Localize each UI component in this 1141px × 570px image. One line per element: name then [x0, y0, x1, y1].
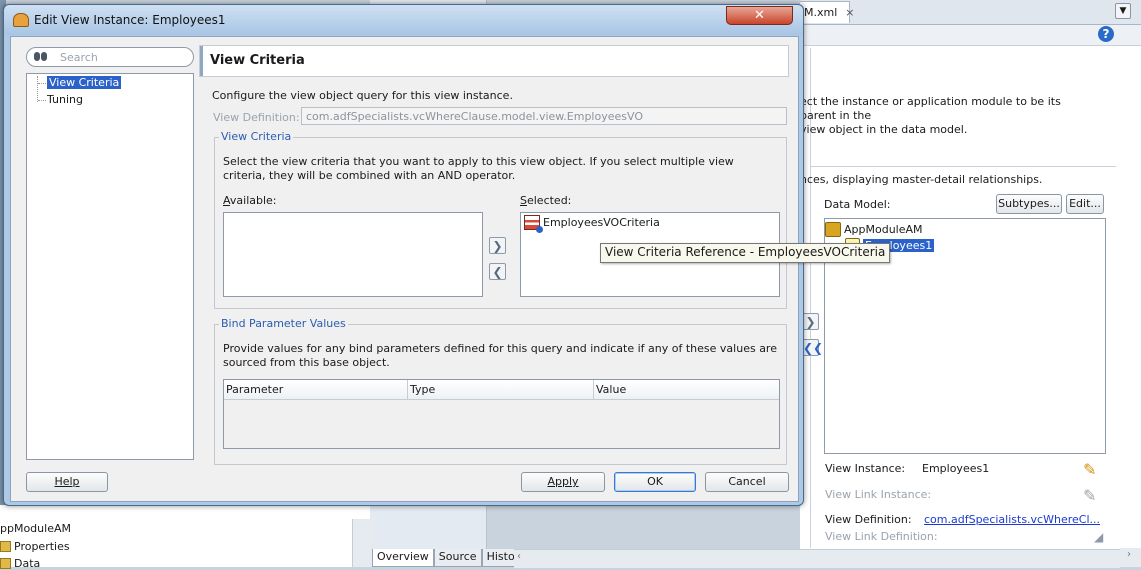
- scroll-right-icon[interactable]: ›: [1127, 549, 1131, 560]
- subtypes-button[interactable]: Subtypes...: [996, 194, 1062, 214]
- data-model-edit-button[interactable]: Edit...: [1066, 194, 1104, 214]
- view-criteria-description: Select the view criteria that you want t…: [223, 155, 734, 182]
- tree-connector-line: [37, 76, 38, 102]
- structure-item-label: Data: [14, 557, 41, 570]
- shuttle-right-icon[interactable]: ❯: [802, 313, 819, 330]
- chevron-down-icon[interactable]: ▼: [1115, 3, 1131, 19]
- help-icon[interactable]: ?: [1098, 26, 1114, 42]
- tab-source[interactable]: Source: [433, 549, 482, 567]
- ok-button[interactable]: OK: [614, 472, 696, 492]
- column-header-type[interactable]: Type: [408, 380, 594, 399]
- list-item-label: EmployeesVOCriteria: [543, 216, 660, 229]
- structure-item-label: Properties: [14, 540, 70, 553]
- move-right-icon[interactable]: ❯: [489, 237, 506, 254]
- column-header-value[interactable]: Value: [594, 380, 779, 399]
- view-definition-label: View Definition:: [825, 513, 912, 526]
- nav-item-tuning[interactable]: Tuning: [47, 93, 83, 106]
- available-label-rest: vailable:: [229, 194, 277, 207]
- structure-item[interactable]: Properties: [0, 540, 70, 553]
- move-left-icon[interactable]: ❮: [489, 263, 506, 280]
- editor-bottom-tabs: Overview Source History: [372, 549, 531, 567]
- editor-tab-label: M.xml: [804, 6, 838, 19]
- structure-panel-scrollbar[interactable]: [352, 519, 371, 567]
- selected-label-rest: elected:: [526, 194, 572, 207]
- view-instance-label: View Instance:: [825, 462, 906, 475]
- view-link-definition-label: View Link Definition:: [825, 530, 938, 543]
- dialog-title-bar[interactable]: Edit View Instance: Employees1 ✕: [4, 5, 803, 35]
- binoculars-icon: [34, 52, 48, 62]
- view-definition-link[interactable]: com.adfSpecialists.vcWhereCl...: [924, 513, 1100, 526]
- shuttle-left-all-icon[interactable]: ❮❮: [802, 339, 823, 356]
- structure-panel: [0, 505, 370, 567]
- selected-label: Selected:: [520, 194, 572, 207]
- view-criteria-group: View Criteria Select the view criteria t…: [214, 130, 787, 309]
- search-field[interactable]: [26, 47, 194, 67]
- pane-header: View Criteria: [199, 45, 789, 77]
- ide-instruction-line: ect the instance or application module t…: [800, 95, 1061, 122]
- tab-overview[interactable]: Overview: [372, 549, 434, 567]
- folder-icon: [0, 541, 11, 552]
- bind-parameter-description: Provide values for any bind parameters d…: [223, 342, 777, 369]
- available-list[interactable]: [223, 212, 483, 297]
- edit-pencil-disabled-icon: ✎: [1083, 486, 1097, 505]
- application-module-icon: [825, 222, 841, 237]
- scroll-left-icon[interactable]: ‹: [517, 551, 521, 562]
- dialog-body: View Criteria Tuning View Criteria Confi…: [10, 36, 799, 502]
- ide-instruction-text: ect the instance or application module t…: [800, 95, 1100, 137]
- close-icon[interactable]: ✕: [726, 6, 793, 25]
- bind-parameter-group: Bind Parameter Values Provide values for…: [214, 317, 787, 465]
- help-button[interactable]: Help: [26, 472, 108, 492]
- resize-grip-icon[interactable]: ◢: [1094, 530, 1103, 544]
- nav-item-view-criteria[interactable]: View Criteria: [47, 76, 122, 89]
- view-criteria-icon: [524, 215, 543, 233]
- navigation-tree[interactable]: View Criteria Tuning: [26, 73, 194, 460]
- list-item[interactable]: EmployeesVOCriteria: [524, 215, 660, 233]
- ide-separator: [810, 166, 1116, 167]
- tree-node-label: AppModuleAM: [844, 223, 923, 236]
- pane-header-accent: [200, 46, 203, 76]
- available-label: Available:: [223, 194, 277, 207]
- dialog-title: Edit View Instance: Employees1: [34, 13, 226, 27]
- close-tab-icon[interactable]: ×: [845, 6, 854, 19]
- column-header-parameter[interactable]: Parameter: [224, 380, 408, 399]
- group-title: Bind Parameter Values: [219, 317, 348, 330]
- ide-instruction-line: view object in the data model.: [800, 123, 968, 136]
- search-input[interactable]: [58, 49, 182, 65]
- structure-item[interactable]: Data: [0, 557, 40, 570]
- ide-toolbar-strip: [800, 25, 1141, 46]
- group-title: View Criteria: [219, 130, 294, 143]
- view-instance-value: Employees1: [922, 462, 990, 475]
- view-link-instance-label: View Link Instance:: [825, 488, 932, 501]
- folder-icon: [0, 558, 11, 569]
- tooltip: View Criteria Reference - EmployeesVOCri…: [600, 243, 891, 263]
- jdeveloper-icon: [13, 13, 29, 27]
- editor-tab[interactable]: M.xml ×: [800, 1, 855, 23]
- tree-connector-line: [38, 100, 46, 101]
- pane-description: Configure the view object query for this…: [212, 89, 513, 102]
- apply-button-label: Apply: [547, 475, 579, 488]
- tree-node-app-module[interactable]: AppModuleAM: [825, 222, 923, 237]
- view-definition-label: View Definition:: [213, 111, 300, 124]
- edit-pencil-icon[interactable]: ✎: [1083, 460, 1096, 479]
- view-definition-field: com.adfSpecialists.vcWhereClause.model.v…: [301, 107, 787, 125]
- tree-connector-line: [38, 83, 46, 84]
- help-button-label: Help: [54, 475, 80, 488]
- pane-title: View Criteria: [210, 53, 305, 68]
- data-model-label: Data Model:: [824, 198, 891, 211]
- table-header: Parameter Type Value: [224, 380, 779, 400]
- bind-parameter-table[interactable]: Parameter Type Value: [223, 379, 780, 449]
- structure-item[interactable]: ppModuleAM: [0, 522, 71, 535]
- cancel-button[interactable]: Cancel: [705, 472, 789, 492]
- structure-item-label: ppModuleAM: [0, 522, 71, 535]
- ide-relationship-text: nces, displaying master-detail relations…: [800, 173, 1043, 186]
- editor-horizontal-scrollbar[interactable]: ‹: [514, 549, 1120, 568]
- apply-button[interactable]: Apply: [521, 472, 605, 492]
